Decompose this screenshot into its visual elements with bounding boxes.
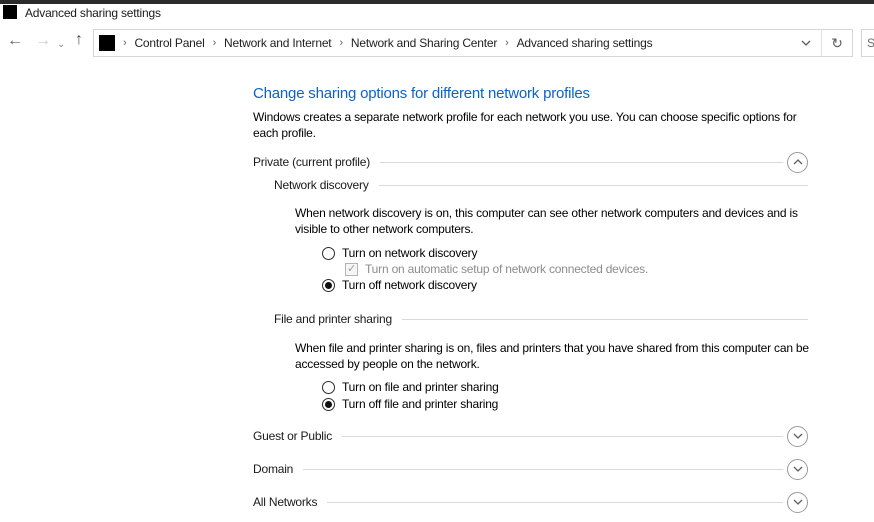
radio-unselected-icon [322, 246, 335, 260]
radio-selected-icon [322, 278, 335, 292]
breadcrumb-control-panel[interactable]: Control Panel [134, 36, 204, 50]
radio-unselected-icon [322, 380, 335, 394]
breadcrumb-separator-icon[interactable]: › [505, 37, 509, 49]
breadcrumb-network-and-internet[interactable]: Network and Internet [224, 36, 332, 50]
navigation-toolbar: ← → ⌄ ↑ › Control Panel › Network and In… [0, 22, 874, 60]
expand-all-networks-button[interactable] [787, 491, 808, 513]
section-all-networks: All Networks [253, 491, 808, 513]
refresh-button[interactable]: ↻ [822, 30, 852, 56]
radio-label: Turn off network discovery [342, 278, 477, 292]
chevron-down-icon [793, 466, 802, 472]
search-input[interactable]: S [861, 29, 874, 57]
section-domain: Domain [253, 458, 808, 480]
page-title: Change sharing options for different net… [253, 85, 590, 102]
section-guest-or-public: Guest or Public [253, 425, 808, 447]
expand-domain-button[interactable] [787, 458, 808, 480]
breadcrumb-network-and-sharing-center[interactable]: Network and Sharing Center [351, 36, 497, 50]
address-dropdown-button[interactable] [791, 30, 821, 56]
breadcrumb-separator-icon[interactable]: › [213, 37, 217, 49]
breadcrumb-separator-icon[interactable]: › [123, 37, 127, 49]
refresh-icon: ↻ [831, 35, 843, 51]
forward-button[interactable]: → [35, 33, 51, 49]
section-divider [303, 468, 783, 470]
title-bar: Advanced sharing settings [0, 4, 874, 22]
breadcrumb-separator-icon[interactable]: › [339, 37, 343, 49]
all-networks-label: All Networks [253, 495, 318, 509]
radio-turn-off-network-discovery[interactable]: Turn off network discovery [322, 275, 477, 295]
radio-label: Turn off file and printer sharing [342, 397, 499, 411]
section-private: Private (current profile) [253, 151, 808, 173]
up-button[interactable]: ↑ [75, 32, 83, 48]
location-icon [99, 35, 115, 51]
breadcrumb-advanced-sharing-settings[interactable]: Advanced sharing settings [517, 36, 653, 50]
search-text: S [867, 36, 874, 50]
section-divider [342, 435, 783, 437]
section-divider [378, 184, 808, 186]
subsection-file-printer-sharing: File and printer sharing [274, 308, 808, 330]
window-title: Advanced sharing settings [25, 6, 161, 20]
checkbox-label: Turn on automatic setup of network conne… [365, 262, 649, 276]
intro-text: Windows creates a separate network profi… [253, 110, 797, 140]
checkbox-checked-disabled-icon: ✓ [345, 262, 358, 276]
chevron-up-icon [793, 159, 802, 165]
recent-locations-dropdown-icon[interactable]: ⌄ [57, 37, 65, 53]
section-divider [327, 501, 783, 503]
radio-selected-icon [322, 397, 335, 411]
section-divider [401, 318, 808, 320]
chevron-down-icon [793, 499, 802, 505]
section-divider [380, 161, 783, 163]
domain-label: Domain [253, 462, 294, 476]
section-private-label: Private (current profile) [253, 155, 371, 169]
guest-or-public-label: Guest or Public [253, 429, 333, 443]
radio-label: Turn on network discovery [342, 246, 478, 260]
radio-turn-off-file-printer-sharing[interactable]: Turn off file and printer sharing [322, 394, 498, 414]
collapse-private-button[interactable] [787, 151, 808, 173]
app-icon [3, 5, 17, 19]
address-bar[interactable]: › Control Panel › Network and Internet ›… [93, 29, 853, 57]
back-button[interactable]: ← [7, 33, 23, 49]
advanced-sharing-settings-window: Advanced sharing settings ← → ⌄ ↑ › Cont… [0, 0, 874, 522]
network-discovery-description: When network discovery is on, this compu… [295, 206, 798, 236]
chevron-down-icon [801, 40, 811, 46]
expand-guest-or-public-button[interactable] [787, 425, 808, 447]
network-discovery-label: Network discovery [274, 178, 369, 192]
file-printer-sharing-description: When file and printer sharing is on, fil… [295, 341, 809, 371]
subsection-network-discovery: Network discovery [274, 174, 808, 196]
chevron-down-icon [793, 433, 802, 439]
file-printer-sharing-label: File and printer sharing [274, 312, 392, 326]
radio-label: Turn on file and printer sharing [342, 380, 499, 394]
